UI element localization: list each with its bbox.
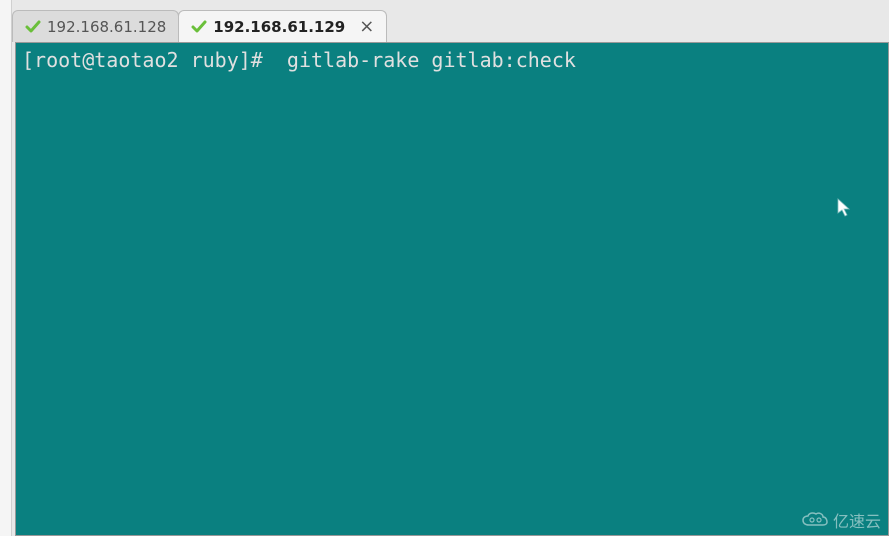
tab-host-1[interactable]: 192.168.61.128 <box>12 10 179 42</box>
check-icon <box>25 19 41 35</box>
watermark-text: 亿速云 <box>833 508 881 532</box>
cloud-icon <box>801 511 829 529</box>
tab-label: 192.168.61.129 <box>213 18 345 36</box>
terminal-command: gitlab-rake gitlab:check <box>275 48 576 72</box>
check-icon <box>191 19 207 35</box>
tab-bar: 192.168.61.128 192.168.61.129 × <box>12 10 387 42</box>
terminal-pane[interactable]: [root@taotao2 ruby]# gitlab-rake gitlab:… <box>15 42 889 536</box>
vertical-scrollbar[interactable] <box>0 0 12 536</box>
watermark: 亿速云 <box>801 508 881 532</box>
close-icon[interactable]: × <box>359 18 374 36</box>
terminal-prompt: [root@taotao2 ruby]# <box>22 48 275 72</box>
tab-label: 192.168.61.128 <box>47 18 166 36</box>
tab-host-2[interactable]: 192.168.61.129 × <box>178 10 387 42</box>
tab-bar-background <box>12 0 889 10</box>
